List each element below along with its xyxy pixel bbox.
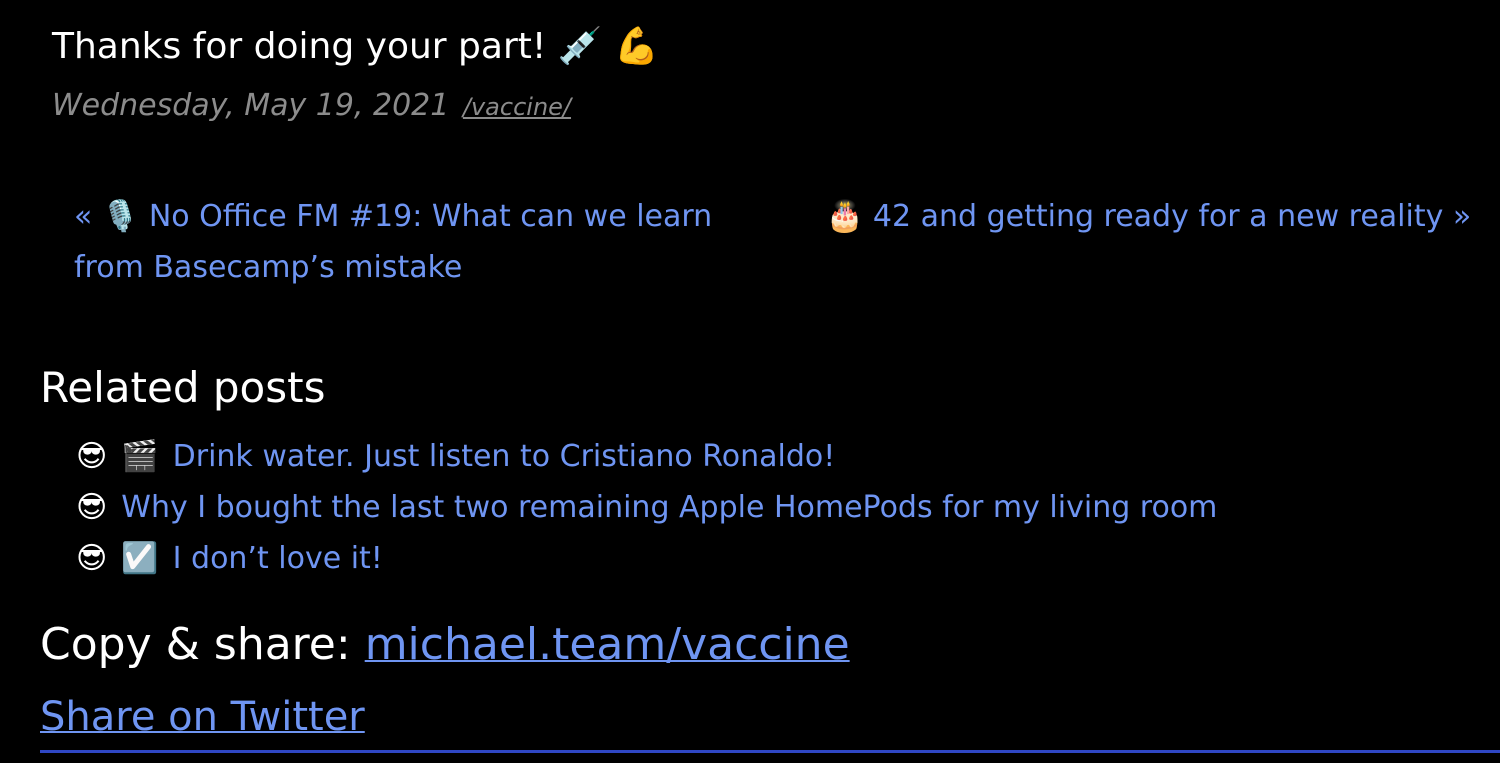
related-post-link[interactable]: Why I bought the last two remaining Appl… [121,490,1217,525]
flexed-biceps-icon: 💪 [614,26,659,67]
previous-post-link[interactable]: « 🎙️ No Office FM #19: What can we learn… [74,191,764,293]
tag-link[interactable]: /vaccine/ [463,93,571,121]
closing-text: Thanks for doing your part! [52,26,547,67]
related-posts-list: 😎 🎬 Drink water. Just listen to Cristiano … [76,431,1217,584]
copy-share: Copy & share: michael.team/vaccine [40,615,850,675]
copy-share-label: Copy & share: [40,619,351,670]
smiling-face-with-sunglasses-icon: 😎 [76,541,108,576]
related-post-link[interactable]: ☑️ I don’t love it! [121,541,383,576]
previous-post-title: No Office FM #19: What can we learn from… [74,199,713,285]
syringe-icon: 💉 [557,26,603,67]
smiling-face-with-sunglasses-icon: 😎 [76,490,108,525]
share-on-twitter-link[interactable]: Share on Twitter [40,690,365,744]
related-post-title: I don’t love it! [172,541,383,576]
check-box-icon: ☑️ [121,541,159,576]
microphone-icon: 🎙️ [101,199,140,234]
list-item: 😎 ☑️ I don’t love it! [76,533,1217,584]
related-post-link[interactable]: 🎬 Drink water. Just listen to Cristiano R… [121,439,835,474]
related-posts-heading: Related posts [40,363,326,412]
post-meta: Wednesday, May 19, 2021 /vaccine/ [52,84,571,129]
smiling-face-with-sunglasses-icon: 😎 [76,439,108,474]
next-post-title: 42 and getting ready for a new reality [872,199,1444,234]
birthday-cake-icon: 🎂 [826,199,864,234]
post-closing: Thanks for doing your part! 💉 💪 [52,22,659,72]
list-item: 😎 🎬 Drink water. Just listen to Cristiano … [76,431,1217,482]
short-url-link[interactable]: michael.team/vaccine [365,619,850,670]
list-item: 😎 Why I bought the last two remaining App… [76,482,1217,533]
related-post-title: Drink water. Just listen to Cristiano Ro… [172,439,836,474]
next-arrow: » [1452,199,1472,234]
clapper-board-icon: 🎬 [121,439,159,474]
previous-arrow: « [74,199,93,234]
bottom-divider [40,750,1500,753]
post-date: Wednesday, May 19, 2021 [52,88,450,123]
related-post-title: Why I bought the last two remaining Appl… [121,490,1218,525]
next-post-link[interactable]: 🎂 42 and getting ready for a new reality… [826,191,1471,242]
